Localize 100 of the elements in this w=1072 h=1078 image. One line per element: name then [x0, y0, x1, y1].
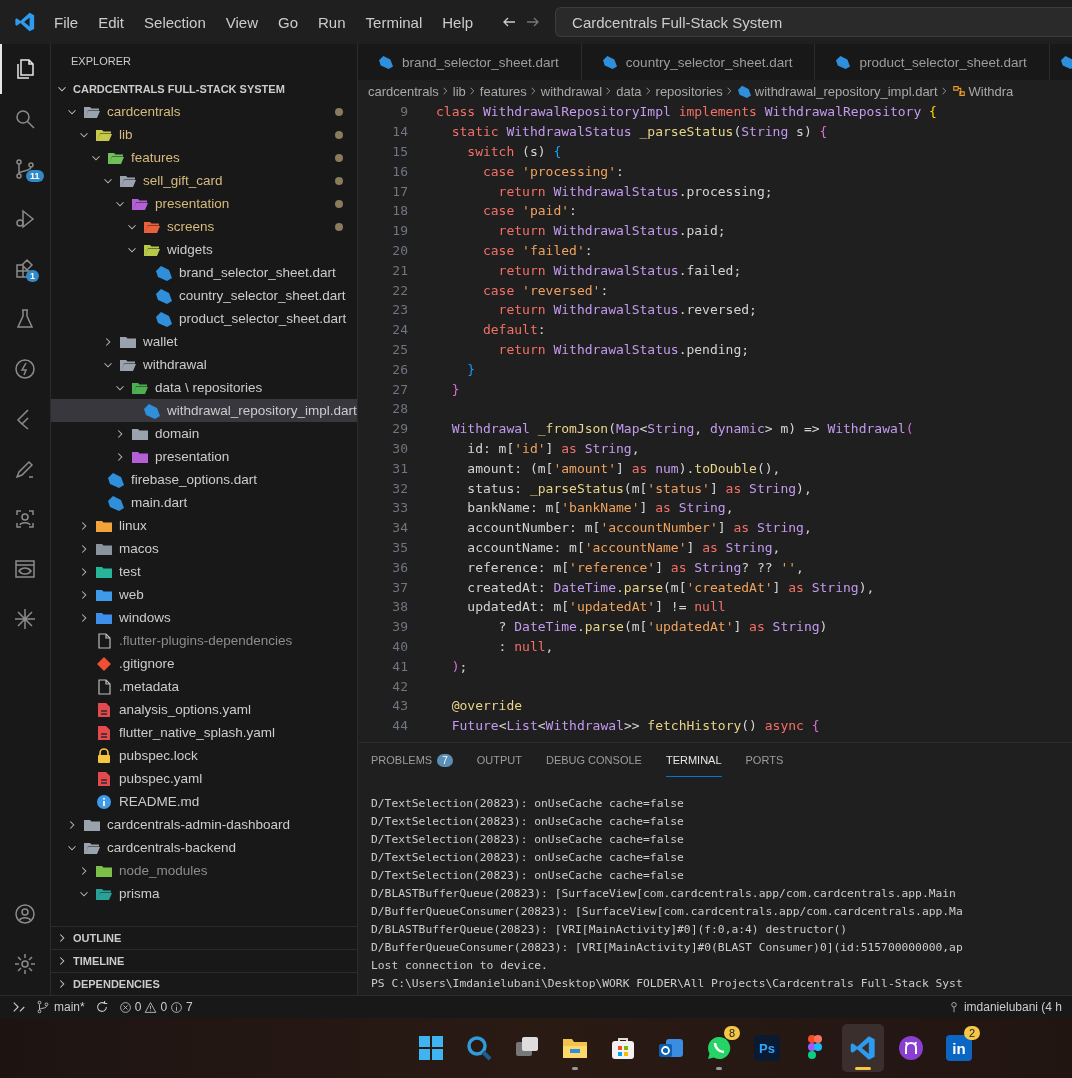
tree-item[interactable]: presentation	[51, 192, 357, 215]
taskbar-app[interactable]: Ps	[746, 1024, 788, 1072]
tree-item[interactable]: cardcentrals-backend	[51, 836, 357, 859]
activity-bar-button[interactable]: 1	[0, 244, 50, 294]
menu-item[interactable]: Edit	[98, 13, 125, 31]
breadcrumb-item[interactable]: repositories	[655, 83, 723, 99]
tree-item[interactable]: .gitignore	[51, 652, 357, 675]
panel-section-header[interactable]: OUTLINE	[51, 926, 357, 949]
taskbar-app[interactable]: in 2	[938, 1024, 980, 1072]
tree-item[interactable]: withdrawal_repository_impl.dart	[51, 399, 357, 422]
line-number: 34	[391, 520, 409, 536]
panel-tab[interactable]: PORTS	[745, 743, 784, 777]
tree-item[interactable]: README.md	[51, 790, 357, 813]
tree-item[interactable]: macos	[51, 537, 357, 560]
code-line: accountNumber: m['accountNumber'] as String,	[466, 520, 812, 536]
tree-item[interactable]: cardcentrals	[51, 100, 357, 123]
tree-item[interactable]: web	[51, 583, 357, 606]
breadcrumb-item[interactable]: lib	[452, 83, 466, 99]
tree-item[interactable]: sell_gift_card	[51, 169, 357, 192]
tree-item[interactable]: features	[51, 146, 357, 169]
tree-item[interactable]: screens	[51, 215, 357, 238]
code-line: }	[450, 381, 460, 397]
panel-section-header[interactable]: TIMELINE	[51, 949, 357, 972]
tree-item[interactable]: wallet	[51, 330, 357, 353]
settings-icon[interactable]	[13, 952, 37, 976]
code-line: bankName: m['bankName'] as String,	[466, 500, 734, 516]
taskbar-app[interactable]	[842, 1024, 884, 1072]
breadcrumb-item[interactable]: withdrawal_repository_impl.dart	[754, 83, 938, 99]
remote-icon[interactable]	[12, 1000, 26, 1014]
taskbar-app[interactable]: 8	[698, 1024, 740, 1072]
tree-item[interactable]: cardcentrals-admin-dashboard	[51, 813, 357, 836]
tree-item[interactable]: withdrawal	[51, 353, 357, 376]
panel-tab[interactable]: OUTPUT	[476, 743, 522, 777]
editor-tab[interactable]: country_selector_sheet.dart	[581, 44, 816, 80]
tree-item[interactable]: test	[51, 560, 357, 583]
editor-tab[interactable]: brand_selector_sheet.dart	[358, 44, 582, 80]
menu-item[interactable]: Selection	[144, 13, 206, 31]
tree-item[interactable]: analysis_options.yaml	[51, 698, 357, 721]
tree-item[interactable]: windows	[51, 606, 357, 629]
tree-item[interactable]: node_modules	[51, 859, 357, 882]
problems-indicator[interactable]: 0 0 7	[118, 1000, 193, 1014]
class-symbol-icon	[951, 84, 966, 98]
tree-item[interactable]: linux	[51, 514, 357, 537]
workspace-title: CARDCENTRALS FULL-STACK SYSTEM	[73, 83, 285, 95]
magnifier-icon	[465, 1034, 493, 1062]
code-line: case 'processing':	[481, 163, 624, 179]
breadcrumb-item[interactable]: Withdra	[968, 83, 1014, 99]
terminal-line: D/BufferQueueConsumer(20823): [SurfaceView[com.cardcentrals.app/com.cardcentrals.app.Ma	[371, 904, 964, 920]
tree-item[interactable]: brand_selector_sheet.dart	[51, 261, 357, 284]
menu-item[interactable]: File	[54, 13, 79, 31]
line-number: 30	[391, 440, 409, 456]
tree-item[interactable]: prisma	[51, 882, 357, 905]
editor-tab[interactable]: product_selector_sheet.dart	[815, 44, 1050, 80]
code-line: createdAt: DateTime.parse(m['createdAt'] as String),	[466, 579, 875, 595]
line-number: 22	[391, 282, 409, 298]
breadcrumb-item[interactable]: features	[479, 83, 527, 99]
branch-indicator[interactable]: main*	[36, 1000, 85, 1014]
tree-item[interactable]: flutter_native_splash.yaml	[51, 721, 357, 744]
breadcrumb-item[interactable]: cardcentrals	[368, 83, 439, 99]
panel-tab[interactable]: TERMINAL	[665, 743, 722, 777]
menu-item[interactable]: Go	[278, 13, 298, 31]
panel-tab[interactable]: DEBUG CONSOLE	[545, 743, 642, 777]
tree-item[interactable]: .flutter-plugins-dependencies	[51, 629, 357, 652]
line-number: 38	[391, 599, 409, 615]
dart-file-icon	[155, 287, 173, 304]
file-icon	[95, 678, 113, 695]
count-badge: 7	[437, 753, 453, 767]
tree-item[interactable]: country_selector_sheet.dart	[51, 284, 357, 307]
dart-file-icon[interactable]	[1059, 55, 1072, 69]
account-icon[interactable]	[13, 902, 37, 926]
command-center[interactable]: Cardcentrals Full-Stack System	[555, 7, 1072, 37]
tree-item[interactable]: product_selector_sheet.dart	[51, 307, 357, 330]
activity-bar-button[interactable]: 11	[0, 144, 50, 194]
terminal-line: D/BufferQueueConsumer(20823): [VRI[MainActivity]#0(BLAST Consumer)0](id:515700000000,ap	[371, 940, 964, 956]
tree-item[interactable]: pubspec.lock	[51, 744, 357, 767]
tree-item[interactable]: domain	[51, 422, 357, 445]
menu-item[interactable]: View	[225, 13, 258, 31]
tree-item[interactable]: pubspec.yaml	[51, 767, 357, 790]
tree-item[interactable]: lib	[51, 123, 357, 146]
sync-icon[interactable]	[94, 1000, 109, 1014]
tree-item[interactable]: widgets	[51, 238, 357, 261]
menu-item[interactable]: Help	[442, 13, 474, 31]
tree-item[interactable]: main.dart	[51, 491, 357, 514]
search-icon	[13, 107, 37, 131]
code-line: updatedAt: m['updatedAt'] != null	[466, 599, 726, 615]
tree-item[interactable]: data \ repositories	[51, 376, 357, 399]
breadcrumb-item[interactable]: withdrawal	[540, 83, 603, 99]
tree-item[interactable]: .metadata	[51, 675, 357, 698]
vscode-logo-icon	[14, 11, 36, 33]
breadcrumb-item[interactable]: data	[616, 83, 642, 99]
account-status[interactable]: imdanielubani (4 h	[947, 1000, 1062, 1014]
tree-item[interactable]: firebase_options.dart	[51, 468, 357, 491]
menu-item[interactable]: Run	[318, 13, 346, 31]
line-number: 20	[391, 242, 409, 258]
code-line: Withdrawal _fromJson(Map<String, dynamic> m) => Withdrawal(	[450, 421, 914, 437]
menu-item[interactable]: Terminal	[365, 13, 423, 31]
panel-tab[interactable]: PROBLEMS 7	[371, 743, 453, 777]
code-line: : null,	[497, 638, 554, 654]
tree-item[interactable]: presentation	[51, 445, 357, 468]
code-line: );	[450, 658, 468, 674]
